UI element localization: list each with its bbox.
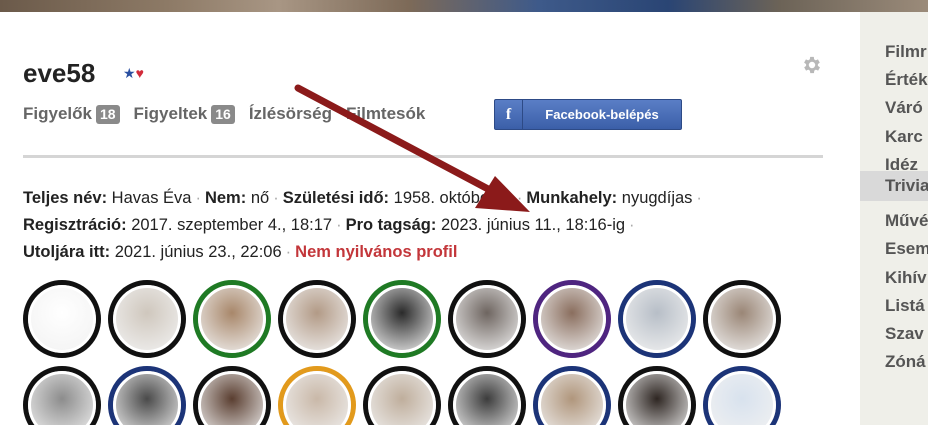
registration-value: 2017. szeptember 4., 18:17 xyxy=(131,216,333,234)
badge-image xyxy=(538,371,606,425)
detail-line-2: Regisztráció: 2017. szeptember 4., 18:17… xyxy=(23,215,823,242)
badge-avatar[interactable] xyxy=(193,280,271,358)
section-divider xyxy=(23,155,823,158)
side-menu-item[interactable]: Érték xyxy=(885,70,928,90)
detail-line-1: Teljes név: Havas Éva · Nem: nő · Születési … xyxy=(23,188,823,215)
gender-value: nő xyxy=(250,189,270,207)
badge-image xyxy=(623,285,691,353)
badge-image xyxy=(453,285,521,353)
side-menu-item[interactable]: Művé xyxy=(885,211,928,231)
nav-label: Figyelők xyxy=(23,104,92,123)
badge-image xyxy=(623,371,691,425)
badge-avatar[interactable] xyxy=(448,280,526,358)
profile-nav: Figyelők 18 Figyeltek 16 Ízlésörség Film… xyxy=(23,102,439,126)
badge-avatar[interactable] xyxy=(533,366,611,425)
separator: · xyxy=(285,243,292,261)
side-menu-item[interactable]: Filmr xyxy=(885,42,927,62)
badge-image xyxy=(538,285,606,353)
side-menu-item[interactable]: Esem xyxy=(885,239,928,259)
registration-label: Regisztráció: xyxy=(23,216,127,234)
badge-image xyxy=(368,285,436,353)
separator: · xyxy=(195,189,201,207)
birth-date-label: Születési idő: xyxy=(282,189,390,207)
separator: · xyxy=(273,189,279,207)
side-menu-item[interactable]: Szav xyxy=(885,324,924,344)
separator: · xyxy=(336,216,342,234)
side-menu-item[interactable]: Karc xyxy=(885,127,923,147)
badge-avatar[interactable] xyxy=(23,366,101,425)
nav-label: Filmtesók xyxy=(345,104,426,123)
badge-avatar[interactable] xyxy=(23,280,101,358)
badge-image xyxy=(198,285,266,353)
profile-panel: eve58 ★♥ Figyelők 18 Figyeltek 16 Ízlésö… xyxy=(23,12,823,425)
star-icon: ★ xyxy=(123,65,136,81)
badge-image xyxy=(368,371,436,425)
badge-avatar[interactable] xyxy=(703,280,781,358)
private-profile-link[interactable]: Nem nyilvános profil xyxy=(295,243,457,261)
heart-icon: ♥ xyxy=(135,65,144,81)
badge-avatar[interactable] xyxy=(533,280,611,358)
workplace-label: Munkahely: xyxy=(526,189,618,207)
side-menu: Filmr Érték Váró Karc Idéz Trivia Művé Esem Kihí… xyxy=(860,12,928,425)
badge-avatar[interactable] xyxy=(363,366,441,425)
detail-line-3: Utoljára itt: 2021. június 23., 22:06 · Ne… xyxy=(23,242,823,269)
badge-image xyxy=(283,285,351,353)
badge-avatar[interactable] xyxy=(618,280,696,358)
badge-image xyxy=(28,371,96,425)
badge-avatar[interactable] xyxy=(108,366,186,425)
full-name-label: Teljes név: xyxy=(23,189,108,207)
side-menu-item[interactable]: Váró xyxy=(885,98,923,118)
badge-avatar[interactable] xyxy=(448,366,526,425)
gear-icon[interactable] xyxy=(801,54,823,76)
separator: · xyxy=(629,216,635,234)
badge-avatar[interactable] xyxy=(703,366,781,425)
facebook-login-button[interactable]: f Facebook-belépés xyxy=(494,99,682,130)
badge-image xyxy=(708,371,776,425)
side-menu-item[interactable]: Listá xyxy=(885,296,925,316)
side-menu-item[interactable]: Trivia xyxy=(860,171,928,201)
badge-image xyxy=(453,371,521,425)
header-photo-strip xyxy=(0,0,928,12)
following-count-badge: 16 xyxy=(211,104,235,124)
workplace-value: nyugdíjas xyxy=(621,189,693,207)
separator: · xyxy=(696,189,702,207)
profile-details: Teljes név: Havas Éva · Nem: nő · Születési … xyxy=(23,188,823,269)
badge-image xyxy=(28,285,96,353)
nav-label: Ízlésörség xyxy=(248,104,332,123)
last-seen-label: Utoljára itt: xyxy=(23,243,111,261)
side-menu-item[interactable]: Zóná xyxy=(885,352,926,372)
separator: · xyxy=(516,189,523,207)
badge-avatar[interactable] xyxy=(193,366,271,425)
nav-taste-guard[interactable]: Ízlésörség xyxy=(249,104,332,124)
badge-image xyxy=(283,371,351,425)
last-seen-value: 2021. június 23., 22:06 xyxy=(114,243,282,261)
user-badges: ★♥ xyxy=(123,65,144,81)
birth-date-value: 1958. október 7. xyxy=(393,189,513,207)
facebook-login-label: Facebook-belépés xyxy=(545,107,659,122)
badge-avatar[interactable] xyxy=(278,280,356,358)
badge-image xyxy=(113,285,181,353)
pro-membership-label: Pro tagság: xyxy=(345,216,437,234)
nav-film-siblings[interactable]: Filmtesók xyxy=(346,104,425,124)
nav-followers[interactable]: Figyelők 18 xyxy=(23,104,120,124)
nav-label: Figyeltek xyxy=(133,104,208,123)
facebook-icon: f xyxy=(495,100,523,129)
pro-membership-value: 2023. június 11., 18:16-ig xyxy=(440,216,626,234)
badge-avatar[interactable] xyxy=(618,366,696,425)
badge-avatar[interactable] xyxy=(108,280,186,358)
badge-avatar[interactable] xyxy=(363,280,441,358)
badge-collection xyxy=(23,280,823,425)
badge-image xyxy=(113,371,181,425)
nav-following[interactable]: Figyeltek 16 xyxy=(134,104,235,124)
gender-label: Nem: xyxy=(204,189,247,207)
full-name-value: Havas Éva xyxy=(111,189,192,207)
badge-image xyxy=(708,285,776,353)
followers-count-badge: 18 xyxy=(95,104,120,124)
username: eve58 xyxy=(23,58,96,88)
badge-avatar[interactable] xyxy=(278,366,356,425)
side-menu-item[interactable]: Kihív xyxy=(885,268,927,288)
badge-image xyxy=(198,371,266,425)
